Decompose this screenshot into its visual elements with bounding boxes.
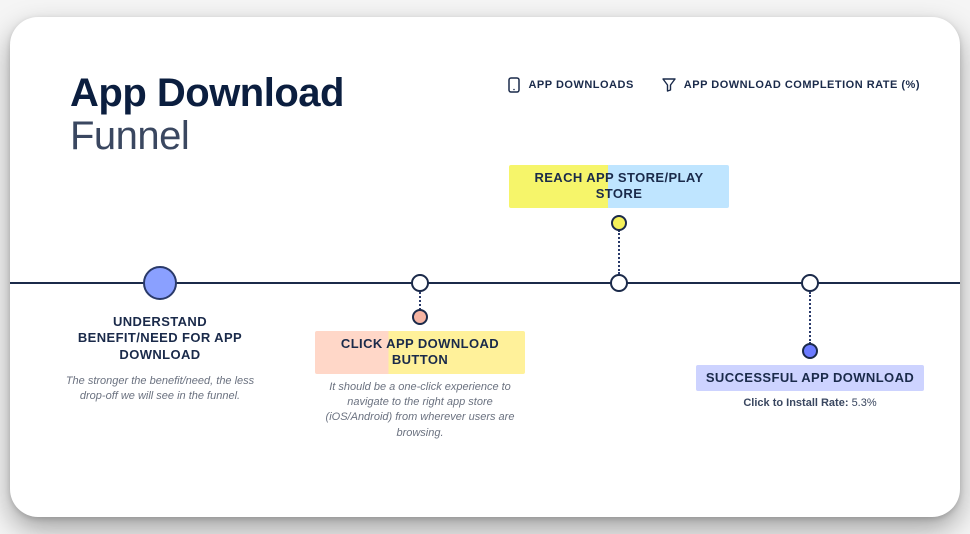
metric-completion-rate: APP DOWNLOAD COMPLETION RATE (%): [662, 78, 920, 92]
title-line2: Funnel: [70, 114, 344, 158]
step-click-desc: It should be a one-click experience to n…: [315, 380, 525, 442]
node-understand: [143, 266, 177, 300]
step-reach-label: REACH APP STORE/PLAY STORE: [509, 165, 729, 208]
step-success-label: SUCCESSFUL APP DOWNLOAD: [696, 365, 924, 391]
node-reach: [610, 274, 628, 292]
marker-click: [412, 309, 428, 325]
connector-reach: [618, 230, 620, 274]
metric-completion-label: APP DOWNLOAD COMPLETION RATE (%): [684, 79, 920, 91]
step-click-label: CLICK APP DOWNLOAD BUTTON: [315, 331, 525, 374]
marker-success: [802, 343, 818, 359]
step-reach: REACH APP STORE/PLAY STORE: [509, 165, 729, 208]
phone-icon: [508, 77, 520, 93]
connector-success: [809, 292, 811, 344]
step-click: CLICK APP DOWNLOAD BUTTON It should be a…: [315, 331, 525, 441]
funnel-icon: [662, 78, 676, 92]
connector-click: [419, 292, 421, 310]
step-understand-desc: The stronger the benefit/need, the less …: [55, 374, 265, 405]
metric-name: Click to Install Rate:: [743, 397, 848, 409]
title-line1: App Download: [70, 72, 344, 114]
funnel-card: App Download Funnel APP DOWNLOADS APP DO…: [10, 17, 960, 517]
marker-reach: [611, 215, 627, 231]
metric-value: 5.3%: [852, 397, 877, 409]
metric-app-downloads: APP DOWNLOADS: [508, 77, 633, 93]
step-understand-label: UNDERSTAND BENEFIT/NEED FOR APP DOWNLOAD: [55, 309, 265, 368]
metrics-legend: APP DOWNLOADS APP DOWNLOAD COMPLETION RA…: [508, 77, 920, 93]
step-success-metric: Click to Install Rate: 5.3%: [690, 397, 930, 409]
page-title: App Download Funnel: [70, 72, 344, 158]
step-understand: UNDERSTAND BENEFIT/NEED FOR APP DOWNLOAD…: [55, 309, 265, 405]
node-success: [801, 274, 819, 292]
metric-downloads-label: APP DOWNLOADS: [528, 79, 633, 91]
node-click: [411, 274, 429, 292]
step-success: SUCCESSFUL APP DOWNLOAD Click to Install…: [690, 365, 930, 409]
